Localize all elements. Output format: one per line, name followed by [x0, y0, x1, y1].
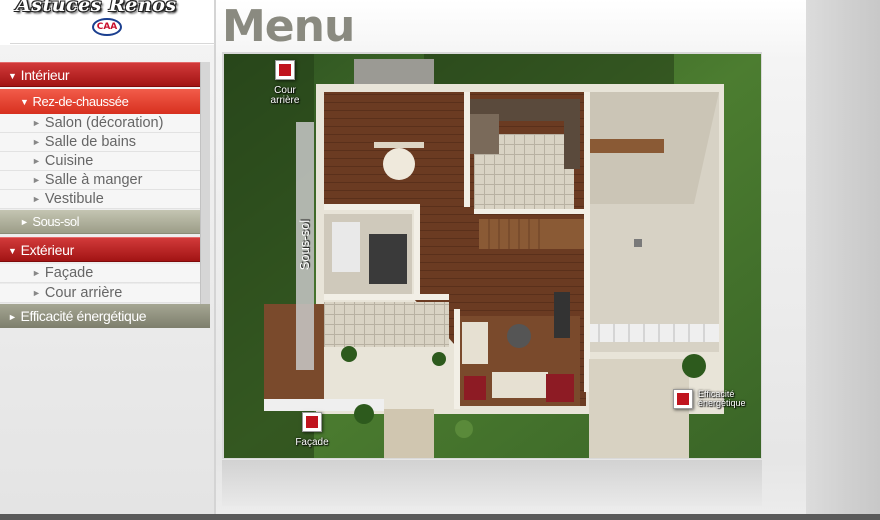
triangle-right-icon: ► — [32, 194, 41, 204]
sidebar-divider — [214, 0, 216, 514]
energy-line2: énergétique — [698, 398, 746, 408]
menu-item-dining-room[interactable]: ► Salle à manger — [0, 171, 200, 190]
menu-label: Cour arrière — [44, 285, 123, 301]
menu-item-facade[interactable]: ► Façade — [0, 264, 200, 283]
triangle-right-icon: ► — [32, 288, 41, 298]
energy-hotspot-label: Efficacité énergétique — [698, 390, 762, 408]
page-title: Menu — [222, 1, 355, 52]
caa-logo: CAA — [92, 18, 122, 36]
menu-label: Rez-de-chaussée — [32, 94, 129, 109]
menu-item-entrance[interactable]: ► Vestibule — [0, 190, 200, 209]
content-footer-band — [222, 460, 762, 506]
menu-label: Efficacité énergétique — [20, 308, 147, 324]
triangle-right-icon: ► — [32, 156, 41, 166]
triangle-right-icon: ► — [32, 175, 41, 185]
menu-scrollbar[interactable] — [200, 62, 210, 328]
bottom-border — [0, 514, 880, 520]
triangle-down-icon: ▼ — [8, 71, 17, 81]
menu-item-bathroom[interactable]: ► Salle de bains — [0, 133, 200, 152]
triangle-down-icon: ▼ — [20, 97, 29, 107]
triangle-right-icon: ► — [32, 118, 41, 128]
logo-text: Astuces Rénos — [16, 0, 177, 16]
menu-label: Salle à manger — [44, 172, 143, 188]
menu-item-living-room[interactable]: ► Salon (décoration) — [0, 114, 200, 133]
facade-hotspot[interactable] — [302, 412, 322, 432]
basement-label[interactable]: Sous-sol — [296, 198, 314, 292]
menu-label: Façade — [44, 265, 94, 281]
menu-item-energy[interactable]: ► Efficacité énergétique — [0, 304, 210, 328]
window-gutter — [806, 0, 880, 520]
logo-divider — [10, 43, 215, 44]
menu-item-interior[interactable]: ▼ Intérieur — [0, 62, 200, 87]
energy-hotspot[interactable] — [673, 389, 693, 409]
menu-label: Cuisine — [44, 153, 94, 169]
menu-item-backyard[interactable]: ► Cour arrière — [0, 284, 200, 303]
backyard-hotspot[interactable] — [275, 60, 295, 80]
menu-label: Sous-sol — [32, 214, 79, 229]
backyard-hotspot-label: Cour arrière — [260, 86, 310, 106]
menu-item-basement[interactable]: ► Sous-sol — [0, 210, 200, 234]
menu-item-ground-floor[interactable]: ▼ Rez-de-chaussée — [0, 89, 200, 114]
menu-label: Intérieur — [20, 67, 70, 83]
menu-label: Salon (décoration) — [44, 115, 164, 131]
menu-item-exterior[interactable]: ▼ Extérieur — [0, 237, 200, 262]
menu-label: Vestibule — [44, 191, 104, 207]
backyard-line2: arrière — [270, 95, 300, 106]
menu-label: Salle de bains — [44, 134, 137, 150]
triangle-right-icon: ► — [32, 268, 41, 278]
triangle-right-icon: ► — [32, 137, 41, 147]
triangle-down-icon: ▼ — [8, 246, 17, 256]
triangle-right-icon: ► — [20, 217, 29, 227]
logo[interactable]: Astuces Rénos CAA — [10, 0, 215, 44]
triangle-right-icon: ► — [8, 312, 17, 322]
menu-item-kitchen[interactable]: ► Cuisine — [0, 152, 200, 171]
menu-label: Extérieur — [20, 242, 75, 258]
facade-hotspot-label: Façade — [295, 437, 329, 448]
